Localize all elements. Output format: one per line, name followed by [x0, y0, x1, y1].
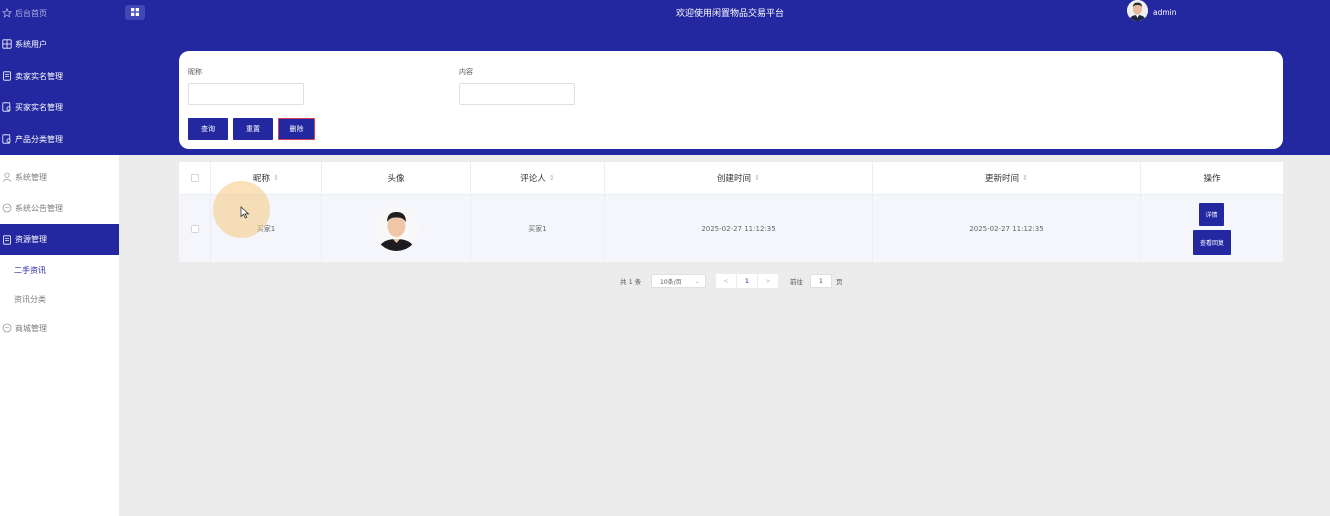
- header-label: 创建时间: [717, 174, 752, 184]
- next-page-button[interactable]: >: [758, 274, 778, 288]
- content-input[interactable]: [459, 83, 575, 105]
- username[interactable]: admin: [1153, 8, 1177, 17]
- pagination-total: 共 1 条: [620, 278, 642, 286]
- page-unit-label: 页: [836, 278, 843, 286]
- sidebar-item-announcement[interactable]: 系统公告管理: [0, 193, 119, 223]
- row-checkbox[interactable]: [190, 224, 199, 233]
- menu-toggle-button[interactable]: [125, 5, 145, 20]
- header-label: 昵称: [253, 174, 271, 184]
- cell-commenter: 买家1: [471, 195, 605, 262]
- delete-button[interactable]: 删除: [278, 118, 315, 140]
- goto-page-input[interactable]: 1: [810, 274, 832, 288]
- view-reply-button[interactable]: 查看回复: [1193, 230, 1231, 255]
- query-button[interactable]: 查询: [188, 118, 228, 140]
- sidebar-item-label: 买家实名管理: [15, 102, 63, 112]
- sidebar-item-system-users[interactable]: 系统用户: [0, 29, 119, 59]
- row-checkbox-cell: [179, 195, 211, 262]
- sidebar-item-label: 商城管理: [15, 323, 47, 333]
- sidebar-item-product-category[interactable]: 产品分类管理: [0, 124, 119, 154]
- star-icon: [2, 8, 12, 18]
- page-size-select[interactable]: 10条/页 ⌄: [651, 274, 706, 288]
- sort-icon[interactable]: ⇕: [754, 174, 760, 182]
- cursor-icon: [240, 206, 250, 221]
- header-updated-time[interactable]: 更新时间 ⇕: [873, 162, 1141, 194]
- sidebar-item-label: 资源管理: [15, 235, 47, 244]
- cell-actions: 详情 查看回复: [1141, 195, 1283, 262]
- header-commenter[interactable]: 评论人 ⇕: [471, 162, 605, 194]
- sidebar-item-label: 卖家实名管理: [15, 71, 63, 81]
- sidebar-item-resource-management[interactable]: 资源管理: [0, 224, 119, 255]
- document-icon: [2, 71, 12, 81]
- header-label: 头像: [387, 174, 405, 184]
- header-avatar: 头像: [322, 162, 471, 194]
- detail-button[interactable]: 详情: [1199, 203, 1224, 226]
- table-row[interactable]: 买家1 买家1 2025-02-27 11:12:35 2025-02-27 1…: [179, 195, 1283, 262]
- header-created-time[interactable]: 创建时间 ⇕: [605, 162, 873, 194]
- sidebar-item-buyer-verification[interactable]: 买家实名管理: [0, 92, 119, 122]
- created-time-value: 2025-02-27 11:12:35: [701, 224, 776, 233]
- sidebar-item-label: 后台首页: [15, 8, 47, 18]
- updated-time-value: 2025-02-27 11:12:35: [969, 224, 1044, 233]
- nickname-input[interactable]: [188, 83, 304, 105]
- sidebar-item-label: 资讯分类: [14, 294, 46, 304]
- header-label: 更新时间: [985, 174, 1020, 184]
- sidebar-item-home[interactable]: 后台首页: [0, 0, 119, 28]
- sidebar-subitem-second-hand-news[interactable]: 二手资讯: [0, 255, 119, 285]
- sidebar-item-system-management[interactable]: 系统管理: [0, 162, 119, 192]
- prev-page-button[interactable]: <: [716, 274, 736, 288]
- grid-icon: [131, 7, 139, 18]
- content-label: 内容: [459, 68, 473, 76]
- header-checkbox-cell: [179, 162, 211, 194]
- search-panel: 昵称 内容 查询 重置 删除: [179, 51, 1283, 149]
- sidebar-subitem-news-category[interactable]: 资讯分类: [0, 284, 119, 314]
- page-number-current[interactable]: 1: [737, 274, 757, 288]
- goto-label: 前往: [790, 278, 803, 286]
- sidebar-item-label: 系统用户: [15, 39, 47, 49]
- sidebar: 后台首页 系统用户 卖家实名管理 买家实名管理 产品分类管理 系统管理 系统公告…: [0, 0, 119, 516]
- header-label: 操作: [1203, 174, 1221, 184]
- cell-created-time: 2025-02-27 11:12:35: [605, 195, 873, 262]
- user-icon: [2, 172, 12, 182]
- table-header: 昵称 ⇕ 头像 评论人 ⇕ 创建时间 ⇕ 更新时间 ⇕ 操作: [179, 162, 1283, 195]
- nickname-label: 昵称: [188, 68, 202, 76]
- reset-button[interactable]: 重置: [233, 118, 273, 140]
- header-actions: 操作: [1141, 162, 1283, 194]
- avatar: [373, 206, 419, 251]
- sort-icon[interactable]: ⇕: [1022, 174, 1028, 182]
- data-table: 昵称 ⇕ 头像 评论人 ⇕ 创建时间 ⇕ 更新时间 ⇕ 操作 买家1 买家1 2…: [179, 162, 1283, 262]
- chat-icon: [2, 323, 12, 333]
- document-search-icon: [2, 102, 12, 112]
- sort-icon[interactable]: ⇕: [549, 174, 555, 182]
- grid-icon: [2, 39, 12, 49]
- chevron-down-icon: ⌄: [694, 277, 700, 285]
- header-label: 评论人: [520, 174, 546, 184]
- sidebar-item-label: 系统公告管理: [15, 203, 63, 213]
- sidebar-item-seller-verification[interactable]: 卖家实名管理: [0, 61, 119, 91]
- cell-avatar: [322, 195, 471, 262]
- avatar[interactable]: [1127, 0, 1148, 21]
- chat-icon: [2, 203, 12, 213]
- commenter-value: 买家1: [528, 224, 547, 233]
- select-all-checkbox[interactable]: [190, 174, 199, 182]
- cell-updated-time: 2025-02-27 11:12:35: [873, 195, 1141, 262]
- page-title: 欢迎使用闲置物品交易平台: [675, 9, 784, 19]
- sidebar-item-label: 产品分类管理: [15, 134, 63, 144]
- sidebar-item-mall-management[interactable]: 商城管理: [0, 313, 119, 343]
- document-icon: [2, 234, 12, 245]
- sidebar-item-label: 二手资讯: [14, 265, 46, 275]
- page-size-value: 10条/页: [660, 278, 682, 286]
- sidebar-item-label: 系统管理: [15, 172, 47, 182]
- sort-icon[interactable]: ⇕: [273, 174, 279, 182]
- document-search-icon: [2, 134, 12, 144]
